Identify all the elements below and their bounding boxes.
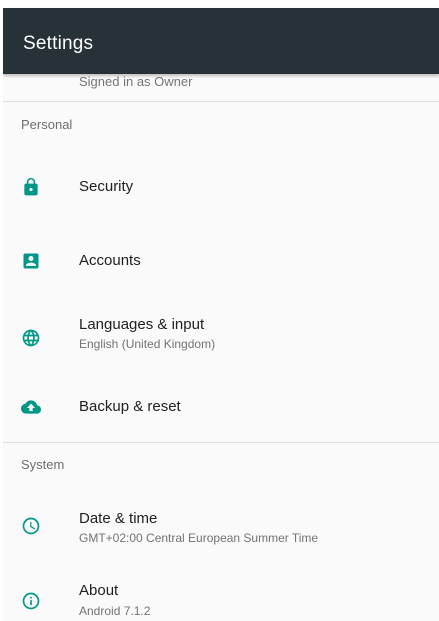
app-bar: Settings xyxy=(3,8,439,74)
languages-title: Languages & input xyxy=(79,316,205,333)
settings-item-accounts[interactable]: Accounts xyxy=(3,231,439,291)
globe-icon xyxy=(22,329,40,347)
backup-title: Backup & reset xyxy=(79,398,181,415)
account-box-icon xyxy=(23,253,39,269)
accounts-title: Accounts xyxy=(79,252,141,269)
settings-item-security[interactable]: Security xyxy=(3,157,439,217)
lock-icon xyxy=(24,177,38,196)
section-header-personal: Personal xyxy=(21,117,73,132)
settings-item-languages[interactable]: Languages & input English (United Kingdo… xyxy=(3,305,439,365)
settings-item-date-time[interactable]: Date & time GMT+02:00 Central European S… xyxy=(3,498,439,558)
languages-summary: English (United Kingdom) xyxy=(79,337,216,351)
date-time-summary: GMT+02:00 Central European Summer Time xyxy=(79,531,319,545)
date-time-title: Date & time xyxy=(79,510,158,527)
signed-in-summary: Signed in as Owner xyxy=(79,74,193,89)
section-divider xyxy=(3,101,439,102)
section-divider xyxy=(3,442,439,443)
security-title: Security xyxy=(79,178,134,195)
status-bar-area xyxy=(0,0,439,8)
about-summary: Android 7.1.2 xyxy=(79,604,151,618)
about-title: About xyxy=(79,582,119,599)
settings-item-backup[interactable]: Backup & reset xyxy=(3,377,439,437)
clock-icon xyxy=(22,517,40,535)
section-header-system: System xyxy=(21,457,65,472)
info-icon xyxy=(22,592,40,610)
page-title: Settings xyxy=(23,33,94,54)
left-edge xyxy=(0,0,3,621)
cloud-upload-icon xyxy=(21,400,41,414)
settings-item-about[interactable]: About Android 7.1.2 xyxy=(3,568,439,621)
settings-screen: Settings Signed in as Owner Personal Sec… xyxy=(0,0,439,621)
